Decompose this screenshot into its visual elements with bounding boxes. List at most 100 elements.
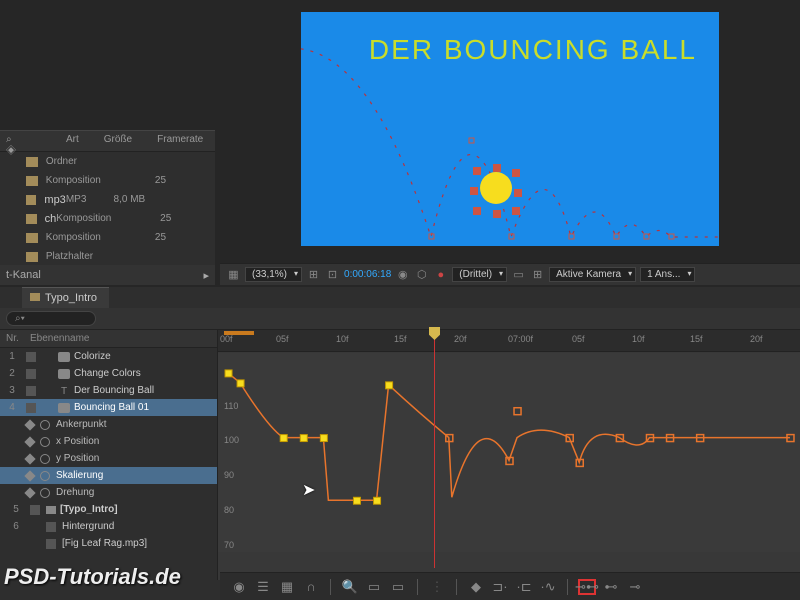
label-color[interactable] (30, 505, 40, 515)
label-color[interactable] (46, 522, 56, 532)
col-fps[interactable]: Framerate (157, 134, 203, 148)
label-color[interactable] (26, 403, 36, 413)
project-row[interactable]: mp3MP38,0 MB (0, 190, 215, 209)
project-row[interactable]: Platzhalter (0, 247, 215, 266)
linear-icon[interactable]: ·⊏ (515, 579, 533, 595)
label-color[interactable] (26, 352, 36, 362)
layer-row[interactable]: 1Colorize (0, 348, 217, 365)
snapshot-icon[interactable]: ◉ (395, 267, 410, 282)
ruler-tick: 07:00f (508, 334, 533, 344)
zoom-dropdown[interactable]: (33,1%) (245, 267, 302, 282)
bouncing-ball[interactable] (480, 172, 512, 204)
project-row[interactable]: Ordner (0, 152, 215, 171)
color-icon[interactable]: ● (433, 267, 448, 282)
text-icon: T (58, 386, 70, 396)
separate-icon[interactable]: ⋮ (428, 579, 446, 595)
prop-row[interactable]: Skalierung (0, 467, 217, 484)
label-color[interactable] (46, 539, 56, 549)
layer-row[interactable]: 6Hintergrund (0, 518, 217, 535)
graph-area[interactable]: 110 100 90 80 70 (218, 353, 800, 552)
grid-icon[interactable]: ▦ (226, 267, 241, 282)
col-art[interactable]: Art (66, 134, 79, 148)
guides-icon[interactable]: ⊞ (530, 267, 545, 282)
graph-type-icon[interactable]: ☰ (254, 579, 272, 595)
res-icon[interactable]: ⊡ (325, 267, 340, 282)
keyframe-icon[interactable]: ◆ (467, 579, 485, 595)
keyframe-nav-icon[interactable] (24, 453, 35, 464)
snap-icon[interactable]: ∩ (302, 579, 320, 595)
res-icon[interactable]: ⊞ (306, 267, 321, 282)
prop-row[interactable]: x Position (0, 433, 217, 450)
prop-row[interactable]: Ankerpunkt (0, 416, 217, 433)
views-dropdown[interactable]: 1 Ans... (640, 267, 695, 282)
bpc-button[interactable]: t-Kanal (6, 269, 41, 281)
col-size[interactable]: Größe (104, 134, 132, 148)
layer-row[interactable]: 2Change Colors (0, 365, 217, 382)
placeholder-icon (26, 252, 38, 262)
play-icon[interactable]: ▸ (203, 269, 209, 282)
timeline-toolbar: ⌕▾ (0, 308, 800, 330)
stopwatch-icon[interactable] (40, 437, 50, 447)
label-color[interactable] (26, 369, 36, 379)
hold-icon[interactable]: ⊐· (491, 579, 509, 595)
region-icon[interactable]: ▭ (511, 267, 526, 282)
keyframe-nav-icon[interactable] (24, 436, 35, 447)
timeline-search[interactable]: ⌕▾ (6, 311, 96, 326)
auto-bezier-icon[interactable]: ·∿ (539, 579, 557, 595)
layer-row[interactable]: 4Bouncing Ball 01 (0, 399, 217, 416)
ease-in-icon[interactable]: ⊷ (602, 579, 620, 595)
transform-handle[interactable] (514, 189, 522, 197)
fit-icon[interactable]: 🔍 (341, 579, 359, 595)
stopwatch-icon[interactable] (40, 471, 50, 481)
prop-row[interactable]: y Position (0, 450, 217, 467)
col-nr[interactable]: Nr. (6, 333, 30, 344)
keyframe-nav-icon[interactable] (24, 419, 35, 430)
project-row[interactable]: Komposition25 (0, 228, 215, 247)
timecode[interactable]: 0:00:06:18 (344, 269, 391, 280)
transform-handle[interactable] (470, 187, 478, 195)
audio-icon (26, 195, 36, 205)
label-color[interactable] (26, 386, 36, 396)
timeline-panel: Typo_Intro ⌕▾ Nr. Ebenenname 1Colorize 2… (0, 287, 800, 600)
transform-handle[interactable] (473, 167, 481, 175)
project-row[interactable]: Komposition25 (0, 171, 215, 190)
layer-list: Nr. Ebenenname 1Colorize 2Change Colors … (0, 330, 218, 580)
fit-sel-icon[interactable]: ▭ (389, 579, 407, 595)
stopwatch-icon[interactable] (40, 488, 50, 498)
ease-out-icon[interactable]: ⊸ (626, 579, 644, 595)
graph-options-icon[interactable]: ▦ (278, 579, 296, 595)
keyframe-nav-icon[interactable] (24, 470, 35, 481)
camera-dropdown[interactable]: Aktive Kamera (549, 267, 636, 282)
easy-ease-icon[interactable]: ⊸⊷ (578, 579, 596, 595)
layer-row[interactable]: 3TDer Bouncing Ball (0, 382, 217, 399)
fit-all-icon[interactable]: ▭ (365, 579, 383, 595)
graph-editor[interactable]: 00f 05f 10f 15f 20f 07:00f 05f 10f 15f 2… (218, 330, 800, 580)
transform-handle[interactable] (473, 207, 481, 215)
transform-handle[interactable] (512, 169, 520, 177)
layer-row[interactable]: 5[Typo_Intro] (0, 501, 217, 518)
playhead[interactable] (434, 330, 435, 568)
quality-dropdown[interactable]: (Drittel) (452, 267, 507, 282)
ruler-tick: 20f (454, 334, 467, 344)
label-icon[interactable]: ⌕ ◈ (6, 134, 16, 148)
ruler-tick: 20f (750, 334, 763, 344)
fx-icon (58, 352, 70, 362)
prop-row[interactable]: Drehung (0, 484, 217, 501)
stopwatch-icon[interactable] (40, 454, 50, 464)
stopwatch-icon[interactable] (40, 420, 50, 430)
channel-icon[interactable]: ⬡ (414, 267, 429, 282)
transform-handle[interactable] (493, 210, 501, 218)
layer-row[interactable]: [Fig Leaf Rag.mp3] (0, 535, 217, 552)
project-row[interactable]: chKomposition25 (0, 209, 215, 228)
comp-title-text[interactable]: DER BOUNCING BALL (369, 34, 697, 66)
comp-icon (26, 233, 38, 243)
eye-icon[interactable]: ◉ (230, 579, 248, 595)
time-ruler[interactable]: 00f 05f 10f 15f 20f 07:00f 05f 10f 15f 2… (218, 330, 800, 352)
keyframe-nav-icon[interactable] (24, 487, 35, 498)
timeline-tab[interactable]: Typo_Intro (22, 287, 109, 308)
transform-handle[interactable] (493, 164, 501, 172)
col-layername[interactable]: Ebenenname (30, 333, 90, 344)
comp-canvas[interactable]: DER BOUNCING BALL (301, 12, 719, 246)
comp-toolbar: ▦ (33,1%) ⊞ ⊡ 0:00:06:18 ◉ ⬡ ● (Drittel)… (220, 263, 800, 285)
transform-handle[interactable] (512, 207, 520, 215)
